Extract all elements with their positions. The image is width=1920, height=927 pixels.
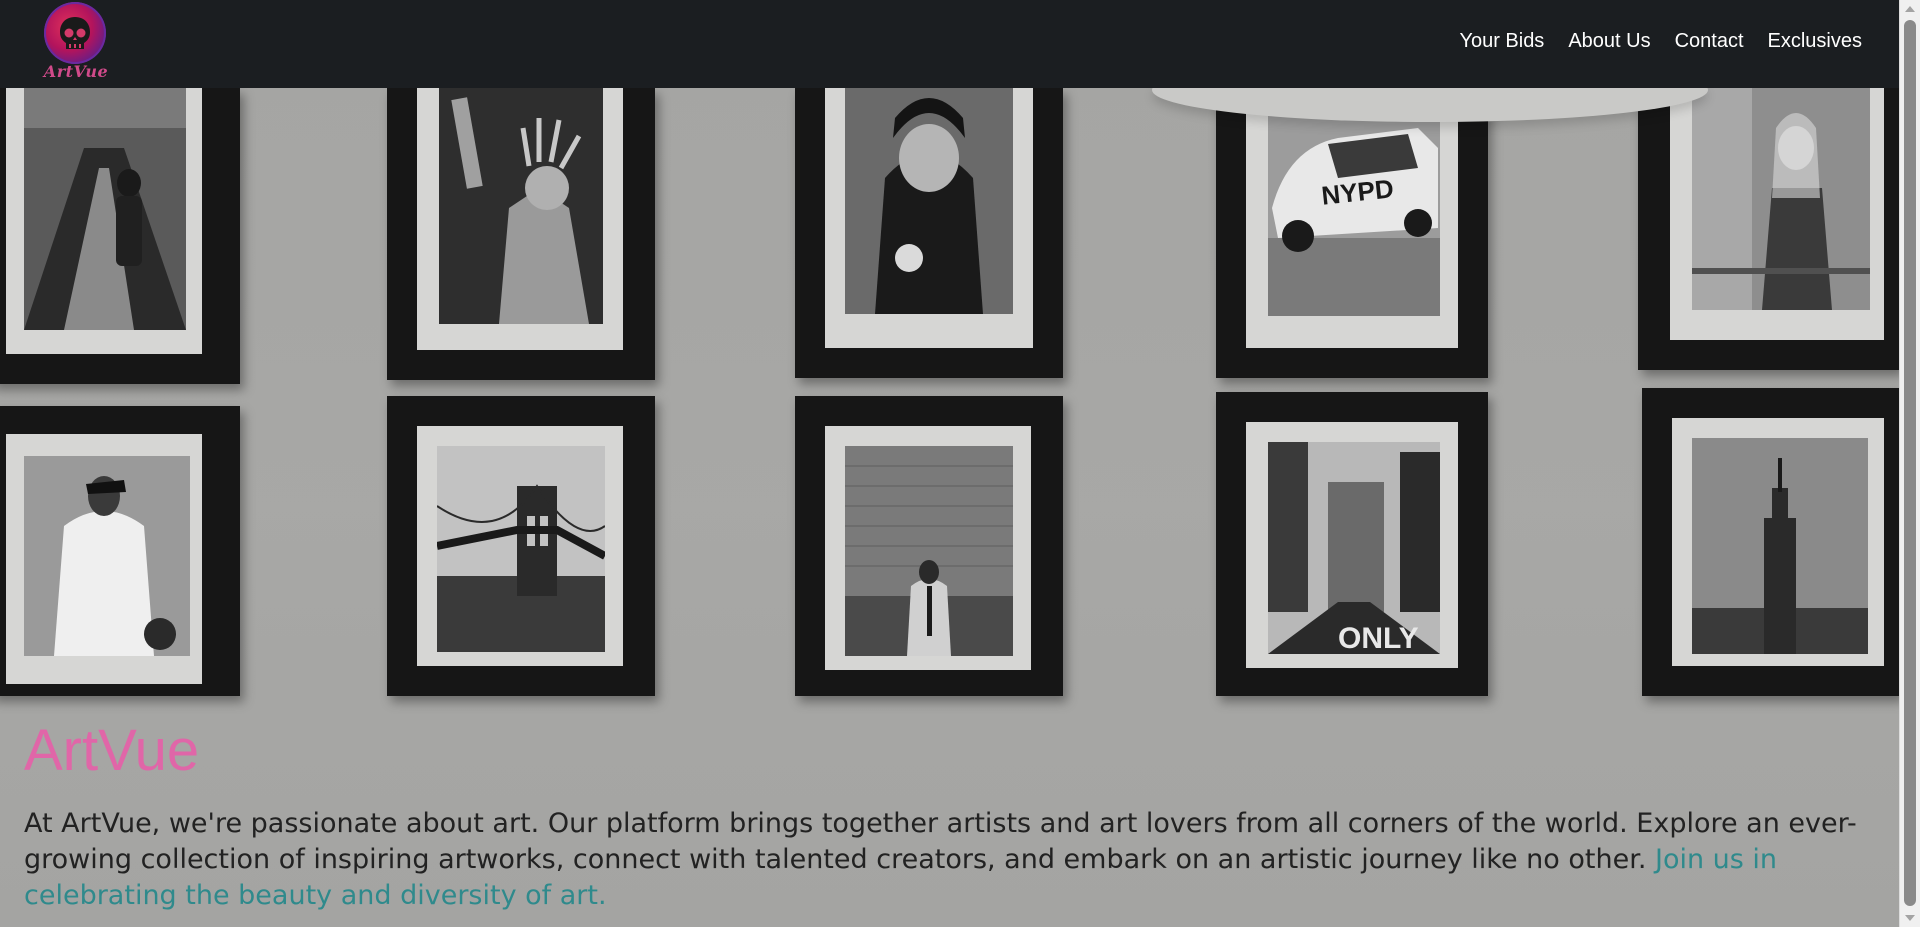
vertical-scrollbar[interactable] (1899, 0, 1920, 927)
hero-title: ArtVue (24, 718, 200, 783)
navbar: ArtVue Your Bids About Us Contact Exclus… (0, 0, 1900, 88)
scroll-up-icon[interactable] (1905, 6, 1915, 12)
nav-contact[interactable]: Contact (1675, 30, 1744, 53)
frame-city-street: ONLY (1216, 392, 1488, 696)
photo-saxophone-player (845, 446, 1013, 656)
nav-your-bids[interactable]: Your Bids (1459, 30, 1544, 53)
frame-empire-state (1642, 388, 1900, 696)
photo-statue-of-liberty (439, 88, 603, 324)
hero-description: At ArtVue, we're passionate about art. O… (24, 806, 1874, 914)
photo-woman-railing (1692, 88, 1870, 310)
logo-text: ArtVue (43, 62, 109, 81)
photo-hoodie-man (845, 88, 1013, 314)
nav-exclusives[interactable]: Exclusives (1768, 30, 1862, 53)
frame-hoodie (795, 88, 1063, 378)
frame-woman-bridge (1638, 88, 1900, 370)
skull-logo-icon (60, 17, 90, 49)
nav-links: Your Bids About Us Contact Exclusives (1459, 30, 1862, 53)
frame-saxophone (795, 396, 1063, 696)
photo-baseball-player (24, 456, 190, 656)
logo-link[interactable]: ArtVue (38, 2, 114, 82)
frame-escalator (0, 88, 240, 384)
photo-escalator (24, 88, 186, 330)
photo-empire-state-building (1692, 438, 1868, 654)
only-label: ONLY (1338, 622, 1419, 654)
hero-description-text: At ArtVue, we're passionate about art. O… (24, 808, 1857, 875)
scroll-thumb[interactable] (1904, 20, 1916, 906)
hero-section: NYPD ONLY ArtVue At ArtVue, we're passio… (0, 88, 1900, 927)
page: ArtVue Your Bids About Us Contact Exclus… (0, 0, 1920, 927)
photo-city-street: ONLY (1268, 442, 1440, 654)
frame-brooklyn-bridge (387, 396, 655, 696)
scroll-down-icon[interactable] (1905, 915, 1915, 921)
frame-liberty (387, 88, 655, 380)
photo-nypd-car: NYPD (1268, 88, 1440, 316)
nav-about-us[interactable]: About Us (1568, 30, 1650, 53)
frame-nypd: NYPD (1216, 88, 1488, 378)
photo-brooklyn-bridge (437, 446, 605, 652)
frame-baseball (0, 406, 240, 696)
